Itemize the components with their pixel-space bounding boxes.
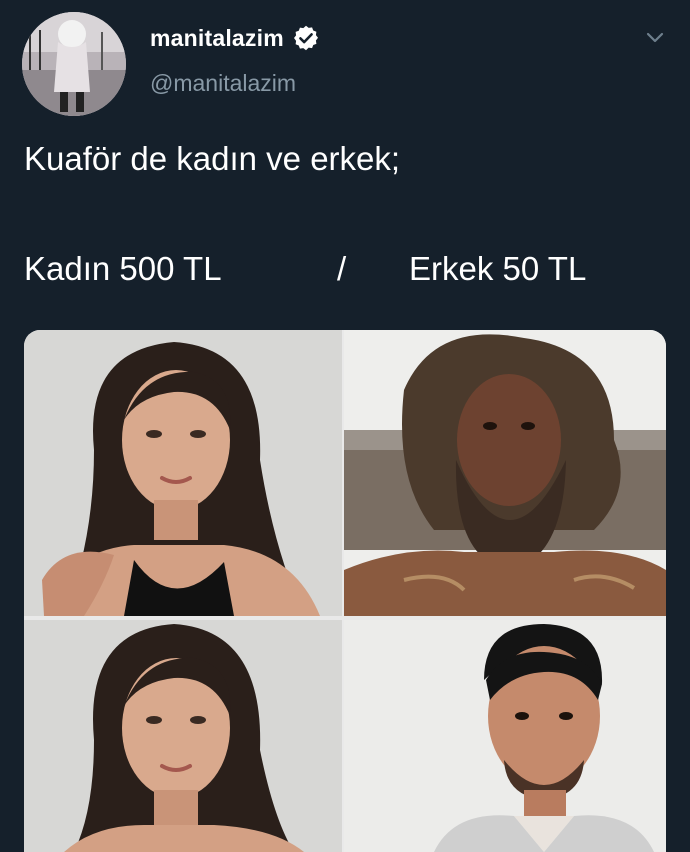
erkek-price-text: Erkek 50 TL bbox=[409, 250, 587, 287]
avatar-image bbox=[22, 12, 126, 116]
tweet-card: manitalazim @manitalazim Kuaför de kadın… bbox=[0, 0, 690, 852]
author-name-row[interactable]: manitalazim bbox=[150, 24, 320, 52]
tweet-text-line-1: Kuaför de kadın ve erkek; bbox=[24, 140, 401, 177]
media-photo-woman-bottom[interactable] bbox=[24, 620, 342, 852]
display-name[interactable]: manitalazim bbox=[150, 25, 284, 52]
tweet-media-grid[interactable] bbox=[24, 330, 666, 852]
separator-text: / bbox=[337, 250, 347, 287]
verified-badge-icon bbox=[292, 24, 320, 52]
chevron-down-icon[interactable] bbox=[640, 22, 670, 52]
kadin-price-text: Kadın 500 TL bbox=[24, 250, 222, 287]
media-photo-man-groomed[interactable] bbox=[344, 620, 666, 852]
media-photo-caveman[interactable] bbox=[344, 330, 666, 616]
tweet-text-line-2: Kadın 500 TL / Erkek 50 TL bbox=[24, 250, 586, 288]
media-photo-woman-top[interactable] bbox=[24, 330, 342, 616]
avatar[interactable] bbox=[22, 12, 126, 116]
user-handle[interactable]: @manitalazim bbox=[150, 70, 296, 97]
